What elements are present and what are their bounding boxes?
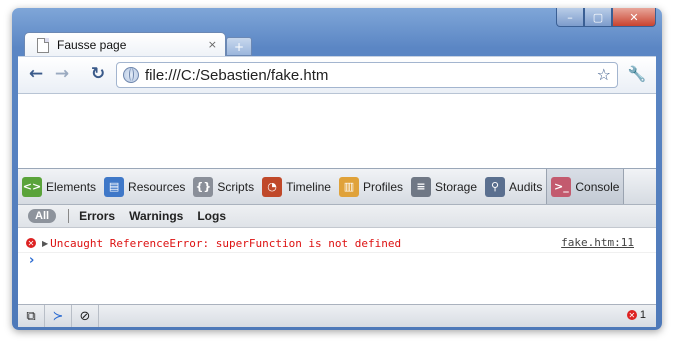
browser-window: – ▢ ✕ Fausse page × + ← → ↻ file:///C:/S… — [12, 8, 662, 330]
devtools-tab-resources[interactable]: ▤ Resources — [100, 169, 189, 204]
expand-triangle-icon[interactable]: ▶ — [42, 239, 48, 248]
console-prompt[interactable]: › — [29, 253, 34, 268]
clear-console-icon[interactable]: ⊘ — [72, 305, 99, 327]
error-icon: ✕ — [26, 238, 36, 248]
close-window-button[interactable]: ✕ — [612, 8, 656, 27]
storage-icon: ≡ — [411, 176, 431, 197]
devtools-tab-audits[interactable]: ⚲ Audits — [481, 169, 546, 204]
devtools-tab-timeline[interactable]: ◔ Timeline — [258, 169, 335, 204]
browser-toolbar: ← → ↻ file:///C:/Sebastien/fake.htm ☆ 🔧 — [18, 56, 656, 93]
console-icon: >_ — [551, 176, 572, 197]
filter-all[interactable]: All — [28, 209, 57, 223]
forward-button[interactable]: → — [50, 63, 74, 85]
console-filter-bar: All Errors Warnings Logs — [18, 205, 656, 228]
tab-title: Fausse page — [57, 38, 127, 52]
error-message-text: Uncaught ReferenceError: superFunction i… — [50, 236, 402, 250]
globe-icon — [123, 67, 139, 83]
window-controls: – ▢ ✕ — [556, 8, 656, 28]
minimize-button[interactable]: – — [556, 8, 584, 27]
filter-errors[interactable]: Errors — [79, 209, 115, 223]
source-link[interactable]: fake.htm:11 — [561, 236, 634, 249]
back-button[interactable]: ← — [24, 63, 48, 85]
console-message: ✕ ▶ Uncaught ReferenceError: superFuncti… — [18, 234, 656, 253]
page-content — [18, 93, 656, 169]
reload-button[interactable]: ↻ — [86, 63, 110, 85]
tab-close-icon[interactable]: × — [208, 38, 217, 51]
devtools-tab-scripts[interactable]: {} Scripts — [189, 169, 258, 204]
devtools-tab-elements[interactable]: <> Elements — [18, 169, 100, 204]
devtools-panel: <> Elements ▤ Resources{} Scripts ◔ Timeline ▥ P… — [18, 168, 656, 327]
devtools-tab-console[interactable]: >_ Console — [546, 169, 625, 204]
bookmark-star-icon[interactable]: ☆ — [597, 65, 611, 84]
resources-icon: ▤ — [104, 176, 125, 197]
devtools-tab-label: Storage — [435, 179, 478, 194]
devtools-tab-label: Profiles — [362, 179, 403, 194]
error-count-icon: ✕ — [626, 310, 637, 320]
url-text[interactable]: file:///C:/Sebastien/fake.htm — [145, 67, 328, 84]
wrench-menu-icon[interactable]: 🔧 — [626, 63, 648, 85]
page-icon — [37, 37, 49, 53]
devtools-toolbar: <> Elements ▤ Resources{} Scripts ◔ Timeline ▥ P… — [18, 169, 656, 205]
devtools-tab-label: Scripts — [217, 179, 255, 194]
elements-icon: <> — [22, 176, 42, 197]
timeline-icon: ◔ — [262, 176, 283, 197]
devtools-tab-label: Elements — [46, 179, 97, 194]
devtools-tab-label: Resources — [128, 179, 186, 194]
devtools-tab-label: Audits — [509, 179, 543, 194]
address-bar[interactable]: file:///C:/Sebastien/fake.htm ☆ — [116, 62, 618, 88]
filter-warnings[interactable]: Warnings — [129, 209, 183, 223]
error-count-value: 1 — [639, 309, 646, 321]
devtools-status-bar: ⧉ ≻ ⊘ ✕ 1 — [18, 304, 656, 327]
devtools-tab-profiles[interactable]: ▥ Profiles — [335, 169, 407, 204]
audits-icon: ⚲ — [485, 176, 506, 197]
dock-toggle-icon[interactable]: ⧉ — [18, 305, 45, 327]
devtools-tab-storage[interactable]: ≡ Storage — [407, 169, 481, 204]
new-tab-button[interactable]: + — [226, 37, 252, 56]
console-toggle-icon[interactable]: ≻ — [45, 305, 72, 327]
error-count[interactable]: ✕ 1 — [626, 309, 646, 321]
devtools-tab-label: Console — [575, 179, 620, 194]
browser-tab[interactable]: Fausse page × — [24, 32, 226, 57]
filter-separator — [68, 209, 70, 223]
profiles-icon: ▥ — [338, 176, 359, 197]
filter-logs[interactable]: Logs — [197, 209, 226, 223]
devtools-tab-label: Timeline — [286, 179, 331, 194]
maximize-button[interactable]: ▢ — [584, 8, 612, 27]
scripts-icon: {} — [193, 176, 214, 197]
